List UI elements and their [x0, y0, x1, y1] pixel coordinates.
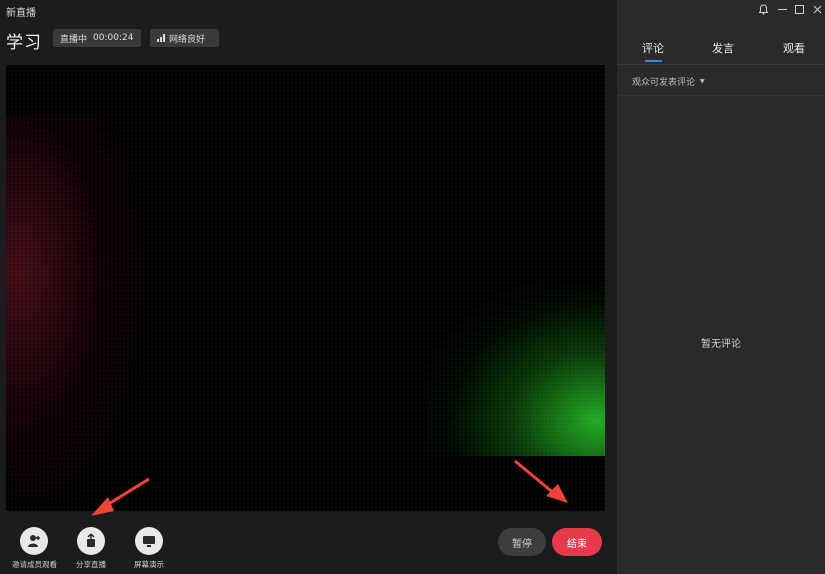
active-tab-indicator	[645, 60, 662, 62]
window-title: 新直播	[6, 8, 36, 19]
video-speckle	[6, 65, 605, 511]
tab-viewers[interactable]: 观看	[783, 40, 805, 56]
screen-share-button[interactable]: 屏幕演示	[127, 527, 171, 570]
video-preview	[6, 65, 605, 511]
main-panel: 新直播 学习 直播中 00:00:24 网络良好 邀请成员观看 分享直播 屏幕演…	[0, 0, 617, 574]
share-live-label: 分享直播	[76, 560, 106, 569]
comment-sidebar: 评论 发言 观看 观众可发表评论 ▼ 暂无评论	[617, 0, 825, 574]
pause-button[interactable]: 暂停	[498, 528, 546, 556]
tabs-divider	[617, 64, 825, 65]
live-stream-window: 新直播 学习 直播中 00:00:24 网络良好 邀请成员观看 分享直播 屏幕演…	[0, 0, 825, 574]
live-timer: 00:00:24	[93, 33, 134, 43]
comment-permission-dropdown[interactable]: 观众可发表评论 ▼	[632, 75, 705, 88]
annotation-arrow-left	[91, 477, 150, 516]
share-live-button[interactable]: 分享直播	[69, 527, 113, 570]
close-icon[interactable]	[813, 5, 822, 14]
room-title: 学习	[6, 33, 42, 53]
share-icon	[77, 527, 105, 555]
maximize-icon[interactable]	[795, 5, 804, 14]
live-status-label: 直播中	[60, 34, 88, 45]
screen-share-icon	[135, 527, 163, 555]
annotation-arrow-right	[514, 459, 568, 503]
screen-share-label: 屏幕演示	[134, 560, 164, 569]
invite-members-label: 邀请成员观看	[12, 560, 57, 569]
end-live-button[interactable]: 结束	[552, 528, 602, 556]
tab-comments[interactable]: 评论	[642, 40, 664, 56]
comment-permission-label: 观众可发表评论	[632, 78, 696, 88]
sidebar-tabs: 评论 发言 观看	[617, 40, 825, 64]
live-status-badge: 直播中 00:00:24	[53, 29, 141, 47]
caret-down-icon: ▼	[700, 78, 705, 85]
network-status-badge: 网络良好	[150, 29, 219, 47]
invite-user-icon	[20, 527, 48, 555]
minimize-icon[interactable]	[778, 8, 787, 11]
invite-members-button[interactable]: 邀请成员观看	[12, 527, 57, 570]
bell-icon[interactable]	[759, 4, 768, 15]
empty-comments-text: 暂无评论	[701, 339, 741, 350]
permission-divider	[617, 95, 825, 96]
network-status-label: 网络良好	[169, 34, 206, 45]
signal-icon	[157, 34, 165, 42]
tab-speak[interactable]: 发言	[712, 40, 734, 56]
